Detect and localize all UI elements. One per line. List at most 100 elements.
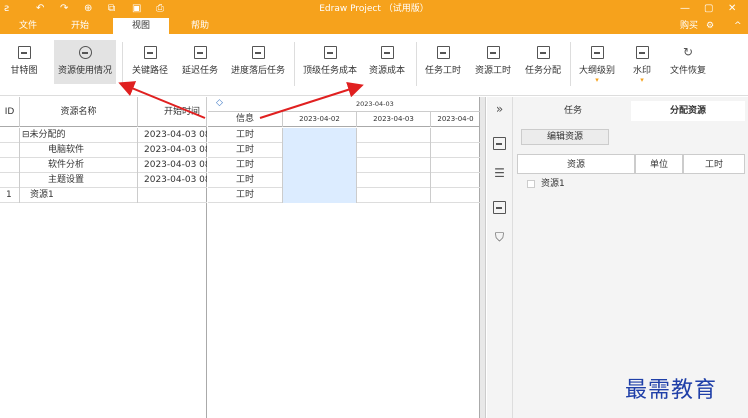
resource-grid: ID 资源名称 开始时间 ⊟未分配的 2023-04-03 08 电脑软件 20… [0, 97, 207, 418]
row-name: ⊟未分配的 [20, 128, 138, 143]
timeline-cell[interactable] [357, 143, 431, 158]
tab-tasks[interactable]: 任务 [517, 101, 629, 121]
timeline-sub-header: 信息 2023-04-02 2023-04-03 2023-04-0 [208, 112, 480, 127]
watermark-button[interactable]: 水印 ▾ [624, 40, 660, 84]
resource-name: 资源1 [541, 179, 565, 189]
task-hours-button[interactable]: 任务工时 [420, 40, 466, 84]
table-row[interactable]: 主题设置 2023-04-03 08 [0, 173, 207, 188]
resource-grid-header: ID 资源名称 开始时间 [0, 97, 207, 127]
edit-resource-button[interactable]: 编辑资源 [521, 129, 609, 145]
timeline-cell[interactable] [283, 158, 357, 173]
resource-usage-label: 资源使用情况 [57, 66, 112, 76]
resource-usage-button[interactable]: 资源使用情况 [54, 40, 116, 84]
resource-cost-button[interactable]: 资源成本 [364, 40, 410, 84]
timeline-cell[interactable] [357, 188, 431, 203]
column-header-hours[interactable]: 工时 [683, 154, 745, 174]
task-assign-icon [536, 46, 550, 59]
info-header: 信息 [208, 112, 283, 127]
gantt-button[interactable]: 甘特图 [4, 40, 44, 84]
window-title: Edraw Project （试用版） [319, 4, 429, 14]
timeline-top-header: ◇ 2023-04-03 [208, 97, 480, 112]
header-resource-name[interactable]: 资源名称 [20, 97, 138, 127]
column-header-unit[interactable]: 单位 [635, 154, 683, 174]
timeline-cell[interactable] [283, 143, 357, 158]
behind-task-button[interactable]: 进度落后任务 [228, 40, 288, 84]
list-item[interactable]: 资源1 [527, 177, 565, 191]
document-icon[interactable] [493, 201, 506, 214]
ribbon-separator [570, 42, 571, 86]
header-id[interactable]: ID [0, 97, 20, 127]
timeline-cell[interactable] [283, 128, 357, 143]
date-header: 2023-04-0 [437, 115, 474, 123]
outline-level-dropdown-icon[interactable]: ▾ [574, 76, 620, 84]
tab-assign-resources[interactable]: 分配资源 [631, 101, 745, 121]
ribbon-separator [122, 42, 123, 86]
timeline-nav-icon[interactable]: ◇ [216, 98, 223, 108]
tab-help[interactable]: 帮助 [182, 18, 218, 34]
table-row[interactable]: ⊟未分配的 2023-04-03 08 [0, 128, 207, 143]
gantt-label: 甘特图 [10, 66, 38, 76]
app-window: ƨ ↶ ↷ ⊕ ⧉ ▣ ⎙ Edraw Project （试用版） — ▢ ✕ … [0, 0, 748, 418]
header-start-time[interactable]: 开始时间 [138, 97, 207, 127]
row-start [138, 188, 207, 203]
close-button[interactable]: ✕ [728, 2, 736, 16]
resource-checkbox[interactable] [527, 179, 535, 188]
timeline-row[interactable]: 工时 [208, 188, 480, 203]
row-name: 主题设置 [20, 173, 138, 188]
timeline-cell[interactable] [283, 173, 357, 188]
task-panel-icon[interactable] [493, 137, 506, 150]
ribbon-separator [416, 42, 417, 86]
expand-panel-icon[interactable]: » [493, 103, 506, 116]
vertical-scrollbar[interactable] [480, 97, 486, 418]
tab-file[interactable]: 文件 [10, 18, 46, 34]
timeline-row[interactable]: 工时 [208, 158, 480, 173]
task-assign-label: 任务分配 [524, 66, 561, 76]
row-name: 软件分析 [20, 158, 138, 173]
task-assign-button[interactable]: 任务分配 [520, 40, 566, 84]
row-start: 2023-04-03 08 [144, 175, 207, 185]
ribbon-toolbar: 甘特图 资源使用情况 关键路径 延迟任务 进度落后任务 顶级任务成本 资源成本 [0, 34, 748, 96]
outline-level-icon [590, 46, 604, 59]
collapse-ribbon-icon[interactable]: ^ [734, 18, 742, 34]
watermark-dropdown-icon[interactable]: ▾ [624, 76, 660, 84]
globe-icon [78, 46, 92, 59]
timeline-row[interactable]: 工时 [208, 128, 480, 143]
buy-link[interactable]: 购买 [680, 18, 698, 34]
resource-hours-button[interactable]: 资源工时 [470, 40, 516, 84]
tab-view[interactable]: 视图 [113, 18, 169, 34]
list-icon[interactable]: ☰ [493, 167, 506, 180]
timeline-cell[interactable] [357, 158, 431, 173]
resource-cost-label: 资源成本 [368, 66, 405, 76]
outline-level-label: 大纲级别 [578, 66, 615, 76]
table-row[interactable]: 电脑软件 2023-04-03 08 [0, 143, 207, 158]
info-cell: 工时 [208, 128, 283, 143]
row-id: 1 [0, 188, 20, 203]
timeline-cell[interactable] [357, 173, 431, 188]
file-restore-button[interactable]: ↻ 文件恢复 [664, 40, 712, 84]
info-cell: 工时 [208, 188, 283, 203]
timeline-row[interactable]: 工时 [208, 173, 480, 188]
tag-icon[interactable]: ⛉ [493, 231, 506, 244]
outline-level-button[interactable]: 大纲级别 ▾ [574, 40, 620, 84]
minimize-button[interactable]: — [680, 2, 690, 16]
ribbon-separator [294, 42, 295, 86]
tab-home[interactable]: 开始 [62, 18, 98, 34]
delay-task-label: 延迟任务 [181, 66, 218, 76]
column-header-resource[interactable]: 资源 [517, 154, 635, 174]
table-row[interactable]: 1 资源1 [0, 188, 207, 203]
row-start: 2023-04-03 08 [144, 145, 207, 155]
table-row[interactable]: 软件分析 2023-04-03 08 [0, 158, 207, 173]
date-header: 2023-04-03 [357, 112, 431, 127]
delay-task-button[interactable]: 延迟任务 [178, 40, 222, 84]
file-restore-icon: ↻ [682, 45, 694, 59]
timeline-row[interactable]: 工时 [208, 143, 480, 158]
top-cost-button[interactable]: 顶级任务成本 [300, 40, 360, 84]
maximize-button[interactable]: ▢ [704, 2, 713, 16]
timeline-cell[interactable] [357, 128, 431, 143]
behind-task-label: 进度落后任务 [230, 66, 285, 76]
critical-path-button[interactable]: 关键路径 [128, 40, 172, 84]
timeline-cell[interactable] [283, 188, 357, 203]
settings-icon[interactable]: ⚙ [706, 18, 714, 34]
resource-cost-icon [380, 46, 394, 59]
row-id [0, 143, 20, 158]
